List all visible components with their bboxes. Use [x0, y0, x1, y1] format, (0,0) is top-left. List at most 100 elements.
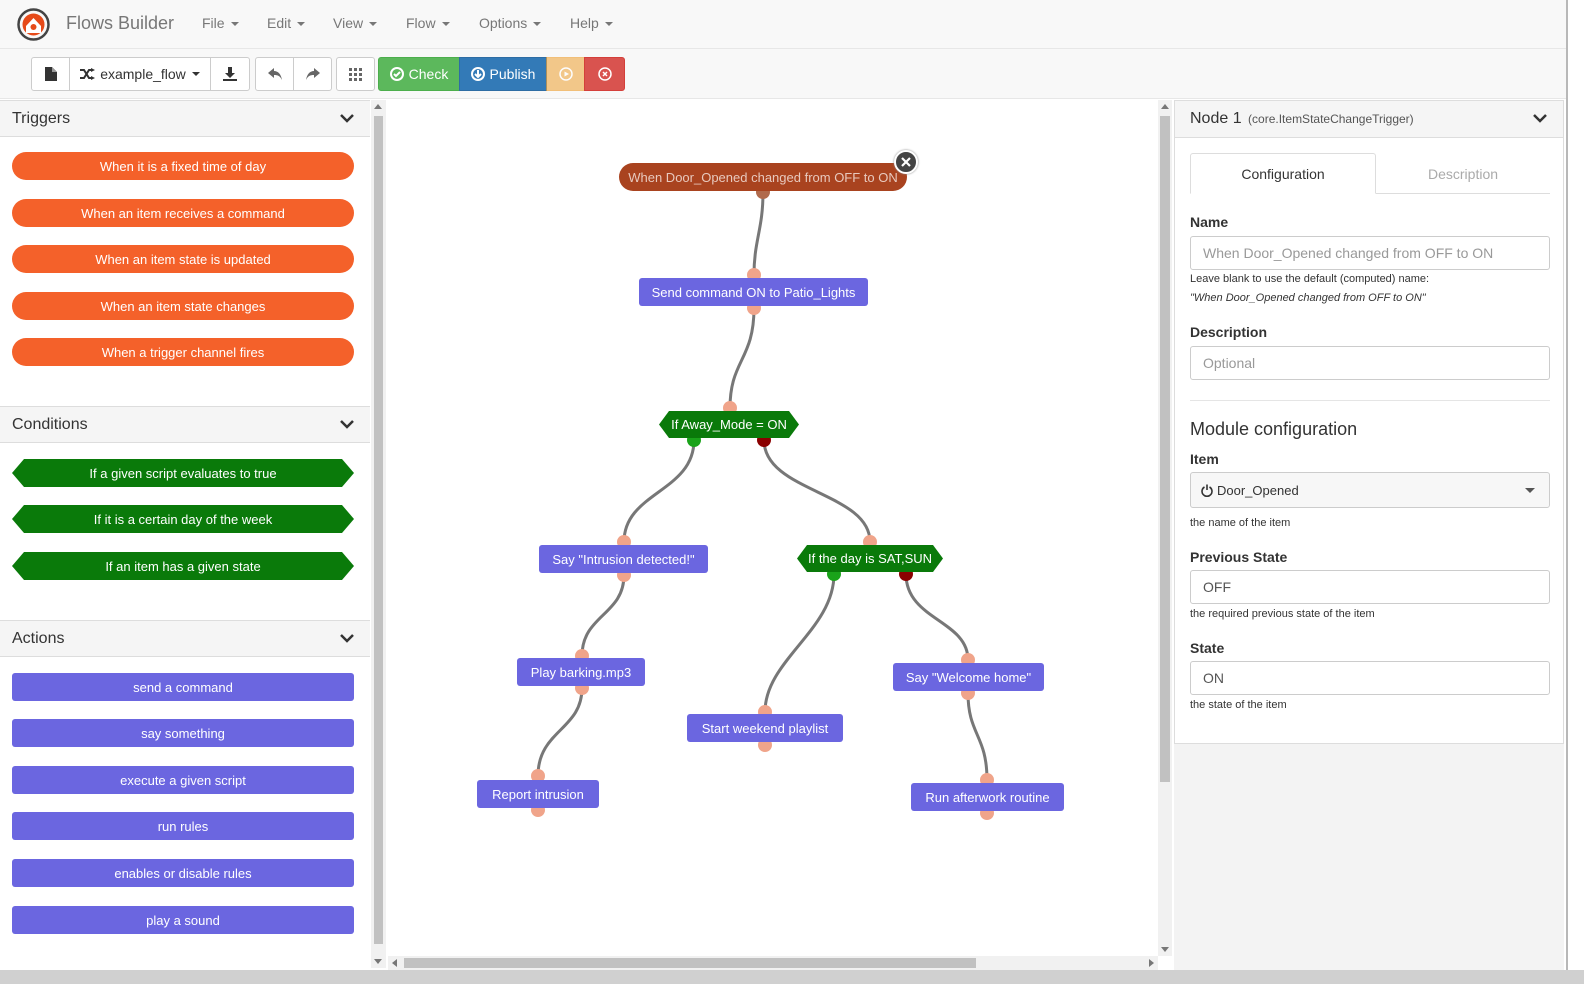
canvas-vscroll-thumb[interactable]	[1160, 116, 1170, 782]
menu-file[interactable]: File	[202, 15, 239, 31]
menu-view[interactable]: View	[333, 15, 378, 31]
chevron-down-icon[interactable]	[340, 633, 354, 643]
download-button[interactable]	[210, 57, 250, 91]
tab-configuration[interactable]: Configuration	[1190, 153, 1376, 194]
menu-edit[interactable]: Edit	[267, 15, 306, 31]
palette-condition-item[interactable]: If a given script evaluates to true	[12, 459, 354, 487]
openhab-logo-icon[interactable]	[16, 7, 51, 42]
connection-line	[904, 573, 970, 661]
caret-icon	[230, 22, 239, 27]
canvas-hscroll-thumb[interactable]	[404, 958, 976, 968]
run-button[interactable]	[546, 57, 585, 91]
previous-state-label: Previous State	[1190, 549, 1288, 565]
flow-node-action[interactable]: Say "Welcome home"	[893, 663, 1044, 691]
flow-node-action[interactable]: Play barking.mp3	[517, 658, 645, 686]
palette-condition-item[interactable]: If it is a certain day of the week	[12, 505, 354, 533]
check-label: Check	[408, 66, 449, 82]
actions-header[interactable]: Actions	[0, 620, 370, 657]
item-select-value: Door_Opened	[1217, 482, 1299, 498]
triggers-header[interactable]: Triggers	[0, 100, 370, 137]
scroll-right-arrow[interactable]	[1149, 959, 1154, 967]
flow-name: example_flow	[100, 66, 186, 82]
flow-node-condition[interactable]: If Away_Mode = ON	[659, 411, 799, 438]
palette-trigger-item[interactable]: When an item state changes	[12, 292, 354, 320]
node-type: (core.ItemStateChangeTrigger)	[1248, 112, 1414, 126]
palette-action-item[interactable]: play a sound	[12, 906, 354, 934]
scroll-left-arrow[interactable]	[392, 959, 397, 967]
scroll-down-arrow[interactable]	[1161, 947, 1169, 952]
flow-node-action[interactable]: Run afterwork routine	[911, 783, 1064, 811]
app-title[interactable]: Flows Builder	[66, 13, 174, 34]
stop-circle-icon	[597, 67, 612, 81]
conditions-header[interactable]: Conditions	[0, 406, 370, 443]
triggers-title: Triggers	[12, 110, 71, 127]
item-select[interactable]: Door_Opened	[1190, 472, 1550, 508]
download-icon	[223, 67, 237, 81]
flow-node-action[interactable]: Start weekend playlist	[687, 714, 843, 742]
menu-flow-label: Flow	[406, 15, 436, 31]
undo-button[interactable]	[255, 57, 294, 91]
state-help-text: the state of the item	[1190, 699, 1287, 711]
palette-action-item[interactable]: enables or disable rules	[12, 859, 354, 887]
shuffle-icon	[80, 68, 96, 80]
name-input[interactable]: When Door_Opened changed from OFF to ON	[1190, 236, 1550, 270]
stop-button[interactable]	[584, 57, 625, 91]
check-button[interactable]: Check	[378, 57, 460, 91]
flow-selector-button[interactable]: example_flow	[69, 57, 211, 91]
palette-scrollbar[interactable]	[371, 100, 386, 968]
actions-title: Actions	[12, 630, 65, 647]
name-help-text: Leave blank to use the default (computed…	[1190, 273, 1430, 285]
chevron-down-icon[interactable]	[340, 113, 354, 123]
flow-node-condition[interactable]: If the day is SAT,SUN	[797, 545, 943, 572]
flow-node-action[interactable]: Send command ON to Patio_Lights	[639, 278, 868, 306]
scroll-down-arrow[interactable]	[374, 959, 382, 964]
grid-icon	[349, 67, 362, 81]
grid-button[interactable]	[336, 57, 375, 91]
palette-trigger-item[interactable]: When an item receives a command	[12, 199, 354, 227]
canvas-horizontal-scrollbar[interactable]	[388, 956, 1158, 970]
palette-trigger-item[interactable]: When an item state is updated	[12, 245, 354, 273]
chevron-down-icon[interactable]	[340, 419, 354, 429]
previous-state-input[interactable]: OFF	[1190, 570, 1550, 604]
palette-action-item[interactable]: run rules	[12, 812, 354, 840]
connection-line	[580, 574, 626, 657]
canvas-vertical-scrollbar[interactable]	[1158, 100, 1172, 956]
chevron-down-icon[interactable]	[1533, 113, 1547, 123]
menu-view-label: View	[333, 15, 364, 31]
flow-connections	[531, 185, 994, 820]
menu-help[interactable]: Help	[570, 15, 613, 31]
inspector-header[interactable]: Node 1 (core.ItemStateChangeTrigger)	[1175, 101, 1563, 138]
item-label: Item	[1190, 451, 1219, 467]
tab-description[interactable]: Description	[1376, 153, 1550, 194]
menu-options-label: Options	[479, 15, 528, 31]
module-palette: Triggers When it is a fixed time of day …	[0, 100, 370, 968]
flow-canvas[interactable]: When Door_Opened changed from OFF to ON …	[388, 100, 1158, 956]
palette-scroll-thumb[interactable]	[374, 116, 383, 944]
state-input[interactable]: ON	[1190, 661, 1550, 695]
flow-node-action[interactable]: Say "Intrusion detected!"	[539, 545, 708, 573]
close-icon[interactable]	[894, 150, 918, 174]
menu-options[interactable]: Options	[479, 15, 542, 31]
new-file-icon	[44, 67, 57, 81]
conditions-title: Conditions	[12, 416, 88, 433]
publish-button[interactable]: Publish	[459, 57, 547, 91]
flow-node-trigger-selected[interactable]: When Door_Opened changed from OFF to ON	[619, 163, 907, 191]
redo-button[interactable]	[293, 57, 332, 91]
palette-trigger-item[interactable]: When a trigger channel fires	[12, 338, 354, 366]
connection-line	[966, 692, 989, 781]
palette-trigger-item[interactable]: When it is a fixed time of day	[12, 152, 354, 180]
palette-action-item[interactable]: send a command	[12, 673, 354, 701]
divider	[1190, 400, 1550, 401]
scroll-up-arrow[interactable]	[1161, 104, 1169, 109]
scroll-up-arrow[interactable]	[374, 104, 382, 109]
check-circle-icon	[389, 67, 404, 81]
menu-flow[interactable]: Flow	[406, 15, 450, 31]
menu-file-label: File	[202, 15, 225, 31]
redo-icon	[305, 68, 320, 80]
flow-node-action[interactable]: Report intrusion	[477, 780, 599, 808]
palette-action-item[interactable]: say something	[12, 719, 354, 747]
palette-action-item[interactable]: execute a given script	[12, 766, 354, 794]
palette-condition-item[interactable]: If an item has a given state	[12, 552, 354, 580]
description-input[interactable]: Optional	[1190, 346, 1550, 380]
new-flow-button[interactable]	[31, 57, 70, 91]
